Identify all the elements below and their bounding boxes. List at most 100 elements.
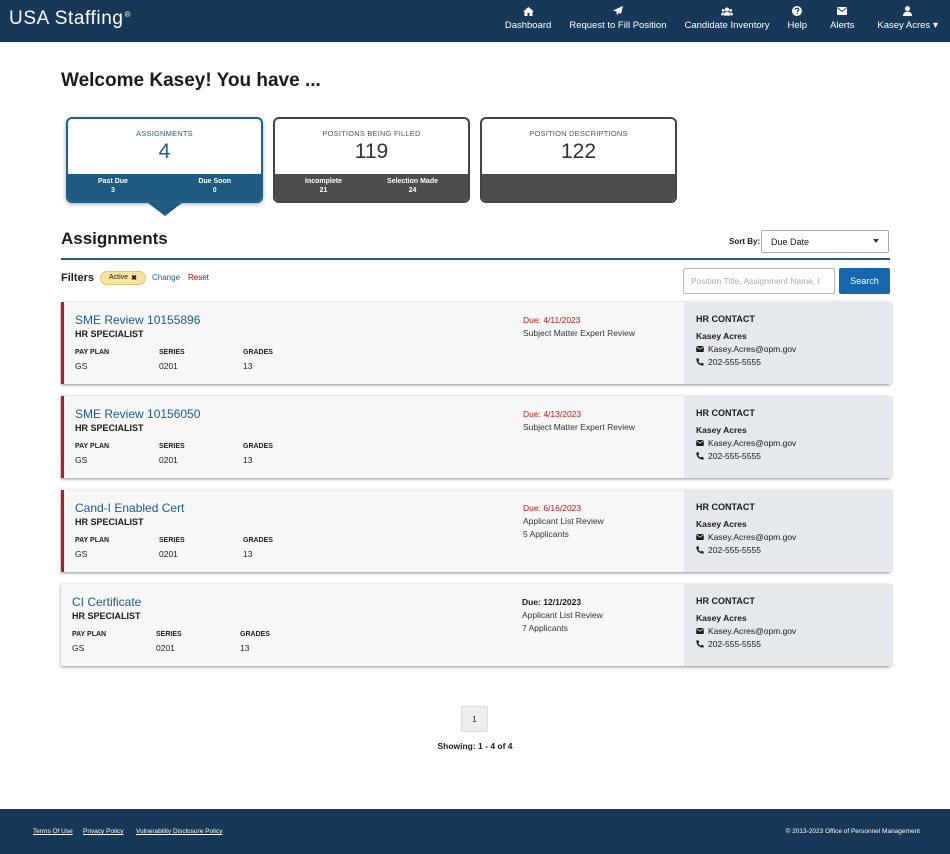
assignment-title-link[interactable]: SME Review 10155896 (75, 313, 200, 327)
hr-contact-email[interactable]: Kasey.Acres@opm.gov (696, 626, 796, 636)
nav-request-to-fill-position[interactable]: Request to Fill Position (560, 0, 675, 42)
hr-contact-phone: 202-555-5555 (696, 545, 761, 555)
change-filters-link[interactable]: Change (152, 273, 180, 282)
sort-by-select[interactable]: Due Date (761, 230, 889, 253)
footer: Terms Of Use Privacy Policy Vulnerabilit… (0, 809, 950, 854)
grades-header: GRADES (243, 443, 273, 450)
series-value: 0201 (156, 643, 175, 653)
assignment-search-input[interactable] (683, 268, 835, 294)
hr-email-text: Kasey.Acres@opm.gov (708, 438, 796, 448)
assignment-title-link[interactable]: SME Review 10156050 (75, 407, 200, 421)
main-nav: Dashboard Request to Fill Position Candi… (496, 0, 950, 42)
vulnerability-disclosure-link[interactable]: Vulnerability Disclosure Policy (136, 828, 222, 835)
envelope-icon (696, 534, 704, 540)
nav-user-name: Kasey Acres (877, 20, 938, 31)
stat-label: Due Soon (198, 178, 231, 185)
copyright-text: © 2013-2023 Office of Personnel Manageme… (786, 828, 920, 835)
selection-made-stat[interactable]: Selection Made24 (387, 178, 438, 203)
pay-plan-header: PAY PLAN (75, 349, 109, 356)
chip-label: Active (109, 274, 128, 281)
stat-value: 24 (409, 187, 417, 194)
incomplete-stat[interactable]: Incomplete 21 (305, 178, 342, 203)
nav-dashboard[interactable]: Dashboard (496, 0, 560, 42)
grades-value: 13 (243, 361, 252, 371)
assignment-role: HR SPECIALIST (75, 423, 144, 433)
pay-plan-header: PAY PLAN (75, 443, 109, 450)
due-date: Due: 6/16/2023 (523, 503, 581, 513)
assignment-step: Applicant List Review (522, 610, 603, 620)
card-breakdown (482, 174, 675, 203)
hr-contact-email[interactable]: Kasey.Acres@opm.gov (696, 532, 796, 542)
nav-dashboard-label: Dashboard (505, 20, 551, 31)
position-descriptions-card[interactable]: POSITION DESCRIPTIONS 122 (480, 117, 677, 203)
reset-filters-link[interactable]: Reset (188, 273, 209, 282)
assignment-row: SME Review 10156050 HR SPECIALIST PAY PL… (61, 396, 890, 478)
hr-contact-email[interactable]: Kasey.Acres@opm.gov (696, 438, 796, 448)
terms-of-use-link[interactable]: Terms Of Use (33, 828, 73, 835)
hr-email-text: Kasey.Acres@opm.gov (708, 626, 796, 636)
hr-contact-phone: 202-555-5555 (696, 357, 761, 367)
hr-email-text: Kasey.Acres@opm.gov (708, 344, 796, 354)
assignment-role: HR SPECIALIST (75, 329, 144, 339)
caret-down-icon (873, 239, 879, 243)
assignment-title-link[interactable]: CI Certificate (72, 595, 141, 609)
sort-by-label: Sort By: (729, 237, 760, 246)
hr-contact-email[interactable]: Kasey.Acres@opm.gov (696, 344, 796, 354)
grades-value: 13 (243, 549, 252, 559)
user-icon (902, 6, 914, 16)
past-due-stat[interactable]: Past Due3 (98, 178, 128, 203)
hr-contact-panel: HR CONTACT Kasey Acres Kasey.Acres@opm.g… (684, 584, 893, 666)
grades-header: GRADES (243, 349, 273, 356)
assignment-title-link[interactable]: Cand-I Enabled Cert (75, 501, 184, 515)
due-soon-stat[interactable]: Due Soon 0 (198, 178, 231, 203)
stat-label: Incomplete (305, 178, 342, 185)
hr-contact-panel: HR CONTACT Kasey Acres Kasey.Acres@opm.g… (684, 490, 893, 572)
pay-plan-header: PAY PLAN (72, 631, 106, 638)
hr-contact-name: Kasey Acres (696, 519, 747, 529)
card-title: POSITIONS BEING FILLED (275, 119, 468, 138)
phone-icon (696, 546, 704, 554)
hr-contact-name: Kasey Acres (696, 613, 747, 623)
envelope-icon (696, 628, 704, 634)
assignments-summary-card[interactable]: ASSIGNMENTS 4 Past Due3 Due Soon0 (66, 117, 263, 203)
pagination-page-1[interactable]: 1 (461, 706, 488, 732)
privacy-policy-link[interactable]: Privacy Policy (83, 828, 123, 835)
grades-header: GRADES (243, 537, 273, 544)
results-count: Showing: 1 - 4 of 4 (0, 741, 950, 751)
envelope-icon (696, 440, 704, 446)
stat-value: 21 (320, 187, 328, 194)
question-icon (791, 6, 803, 16)
remove-filter-icon[interactable]: ✖ (131, 274, 137, 282)
stat-value: 0 (213, 187, 217, 194)
brand-logo[interactable]: USA Staffing® (9, 8, 131, 30)
hr-contact-name: Kasey Acres (696, 331, 747, 341)
grades-header: GRADES (240, 631, 270, 638)
positions-being-filled-card[interactable]: POSITIONS BEING FILLED 119 Incomplete21 … (273, 117, 470, 203)
pay-plan-header: PAY PLAN (75, 537, 109, 544)
nav-help-label: Help (788, 20, 808, 31)
assignment-step: Subject Matter Expert Review (523, 328, 635, 338)
assignment-role: HR SPECIALIST (75, 517, 144, 527)
series-header: SERIES (159, 537, 185, 544)
pay-plan-value: GS (75, 455, 87, 465)
nav-help[interactable]: Help (779, 0, 817, 42)
series-value: 0201 (159, 361, 178, 371)
grades-value: 13 (240, 643, 249, 653)
due-date: Due: 12/1/2023 (522, 597, 581, 607)
active-filter-chip: Active ✖ (100, 271, 146, 285)
hr-contact-heading: HR CONTACT (696, 314, 755, 324)
stat-label: Past Due (98, 178, 128, 185)
applicant-count: 5 Applicants (523, 529, 569, 539)
hr-phone-text: 202-555-5555 (708, 451, 761, 461)
search-button[interactable]: Search (839, 268, 890, 294)
top-navbar: USA Staffing® Dashboard Request to Fill … (0, 0, 950, 42)
assignment-row: CI Certificate HR SPECIALIST PAY PLAN SE… (61, 584, 890, 666)
section-divider (61, 258, 890, 260)
hr-phone-text: 202-555-5555 (708, 639, 761, 649)
envelope-icon (696, 346, 704, 352)
pay-plan-value: GS (75, 361, 87, 371)
nav-candidate-inventory[interactable]: Candidate Inventory (676, 0, 779, 42)
nav-user-menu[interactable]: Kasey Acres (868, 0, 950, 42)
assignment-row: SME Review 10155896 HR SPECIALIST PAY PL… (61, 302, 890, 384)
nav-alerts[interactable]: Alerts (816, 0, 868, 42)
